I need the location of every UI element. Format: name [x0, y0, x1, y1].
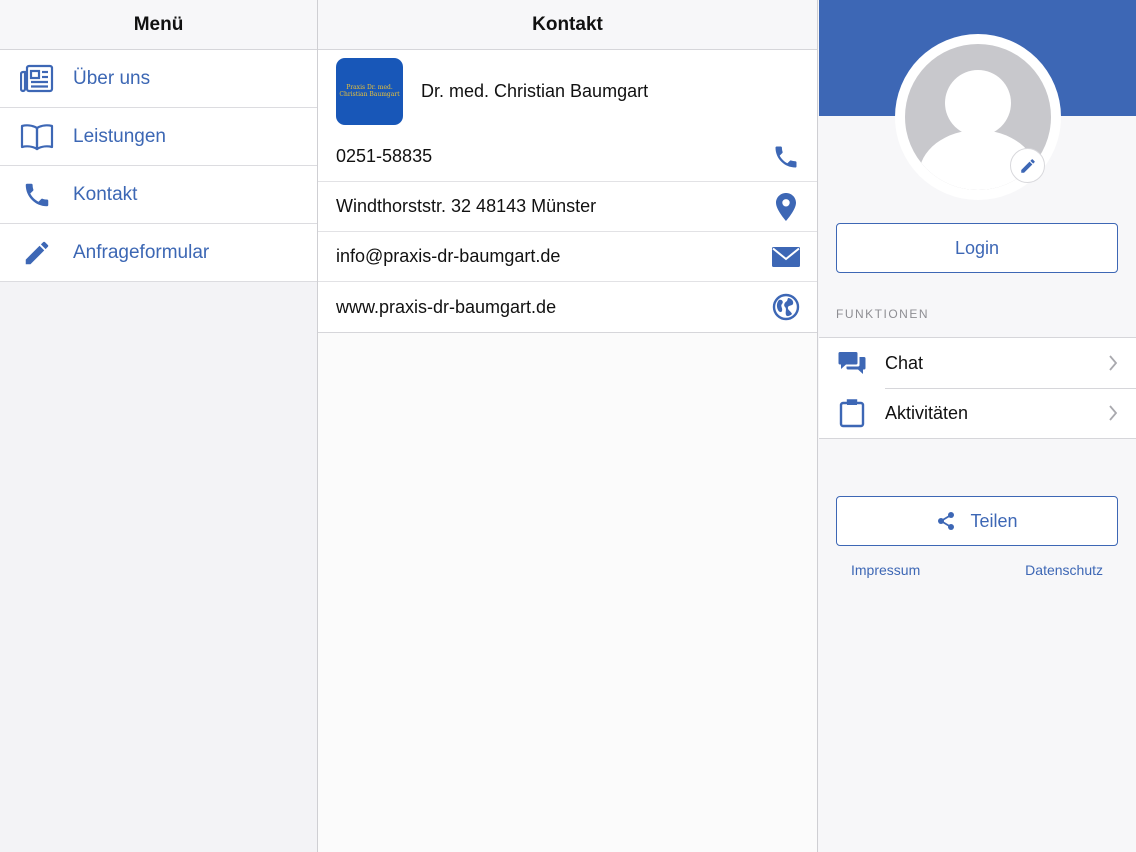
- contact-title: Kontakt: [318, 0, 817, 50]
- newspaper-icon: [19, 62, 55, 96]
- menu-title: Menü: [0, 0, 317, 50]
- profile-panel: Login FUNKTIONEN Chat Aktivitäten Teilen…: [819, 0, 1136, 852]
- pencil-icon: [1019, 157, 1037, 175]
- contact-name: Dr. med. Christian Baumgart: [421, 80, 649, 101]
- contact-website: www.praxis-dr-baumgart.de: [336, 296, 557, 317]
- avatar-head: [945, 70, 1011, 136]
- datenschutz-link[interactable]: Datenschutz: [1025, 562, 1103, 578]
- logo-text-line-1: Praxis Dr. med.: [346, 84, 393, 91]
- contact-panel: Kontakt Praxis Dr. med. Christian Baumga…: [318, 0, 818, 852]
- menu-item-kontakt[interactable]: Kontakt: [0, 166, 317, 224]
- contact-website-row[interactable]: www.praxis-dr-baumgart.de: [318, 282, 817, 332]
- contact-email: info@praxis-dr-baumgart.de: [336, 246, 561, 266]
- menu-item-ueber-uns[interactable]: Über uns: [0, 50, 317, 108]
- logo-text-line-2: Christian Baumgart: [339, 91, 400, 98]
- menu-item-anfrageformular[interactable]: Anfrageformular: [0, 224, 317, 282]
- contact-address: Windthorststr. 32 48143 Münster: [336, 196, 597, 216]
- share-label: Teilen: [970, 510, 1018, 531]
- login-button[interactable]: Login: [836, 223, 1118, 273]
- contact-phone: 0251-58835: [336, 146, 433, 166]
- function-item-label: Aktivitäten: [885, 402, 969, 423]
- menu-item-label: Anfrageformular: [73, 241, 210, 263]
- book-icon: [19, 120, 55, 154]
- menu-item-label: Kontakt: [73, 183, 138, 205]
- menu-list: Über uns Leistungen Kontakt Anfrageformu…: [0, 50, 317, 282]
- function-item-aktivitaeten[interactable]: Aktivitäten: [819, 388, 1136, 438]
- contact-email-row[interactable]: info@praxis-dr-baumgart.de: [318, 232, 817, 282]
- menu-panel: Menü Über uns Leistungen Kontakt Anfrage…: [0, 0, 318, 852]
- contact-head: Praxis Dr. med. Christian Baumgart Dr. m…: [318, 50, 817, 132]
- edit-avatar-button[interactable]: [1010, 148, 1045, 183]
- contact-phone-row[interactable]: 0251-58835: [318, 132, 817, 182]
- share-icon: [936, 511, 956, 531]
- function-item-label: Chat: [885, 352, 924, 373]
- chevron-right-icon: [1108, 355, 1118, 371]
- phone-icon: [771, 142, 801, 172]
- pencil-icon: [19, 236, 55, 270]
- menu-item-label: Über uns: [73, 67, 151, 89]
- envelope-icon: [771, 242, 801, 272]
- menu-item-label: Leistungen: [73, 125, 166, 147]
- chat-bubbles-icon: [837, 348, 867, 378]
- function-item-chat[interactable]: Chat: [819, 338, 1136, 388]
- functions-list: Chat Aktivitäten: [819, 337, 1136, 439]
- chevron-right-icon: [1108, 405, 1118, 421]
- map-pin-icon: [771, 192, 801, 222]
- phone-icon: [19, 178, 55, 212]
- practice-logo: Praxis Dr. med. Christian Baumgart: [336, 57, 403, 125]
- impressum-link[interactable]: Impressum: [851, 562, 920, 578]
- share-button[interactable]: Teilen: [836, 496, 1118, 546]
- contact-card: Praxis Dr. med. Christian Baumgart Dr. m…: [318, 50, 817, 333]
- contact-address-row[interactable]: Windthorststr. 32 48143 Münster: [318, 182, 817, 232]
- globe-icon: [771, 292, 801, 322]
- menu-item-leistungen[interactable]: Leistungen: [0, 108, 317, 166]
- functions-section-label: FUNKTIONEN: [836, 307, 929, 321]
- clipboard-icon: [837, 398, 867, 428]
